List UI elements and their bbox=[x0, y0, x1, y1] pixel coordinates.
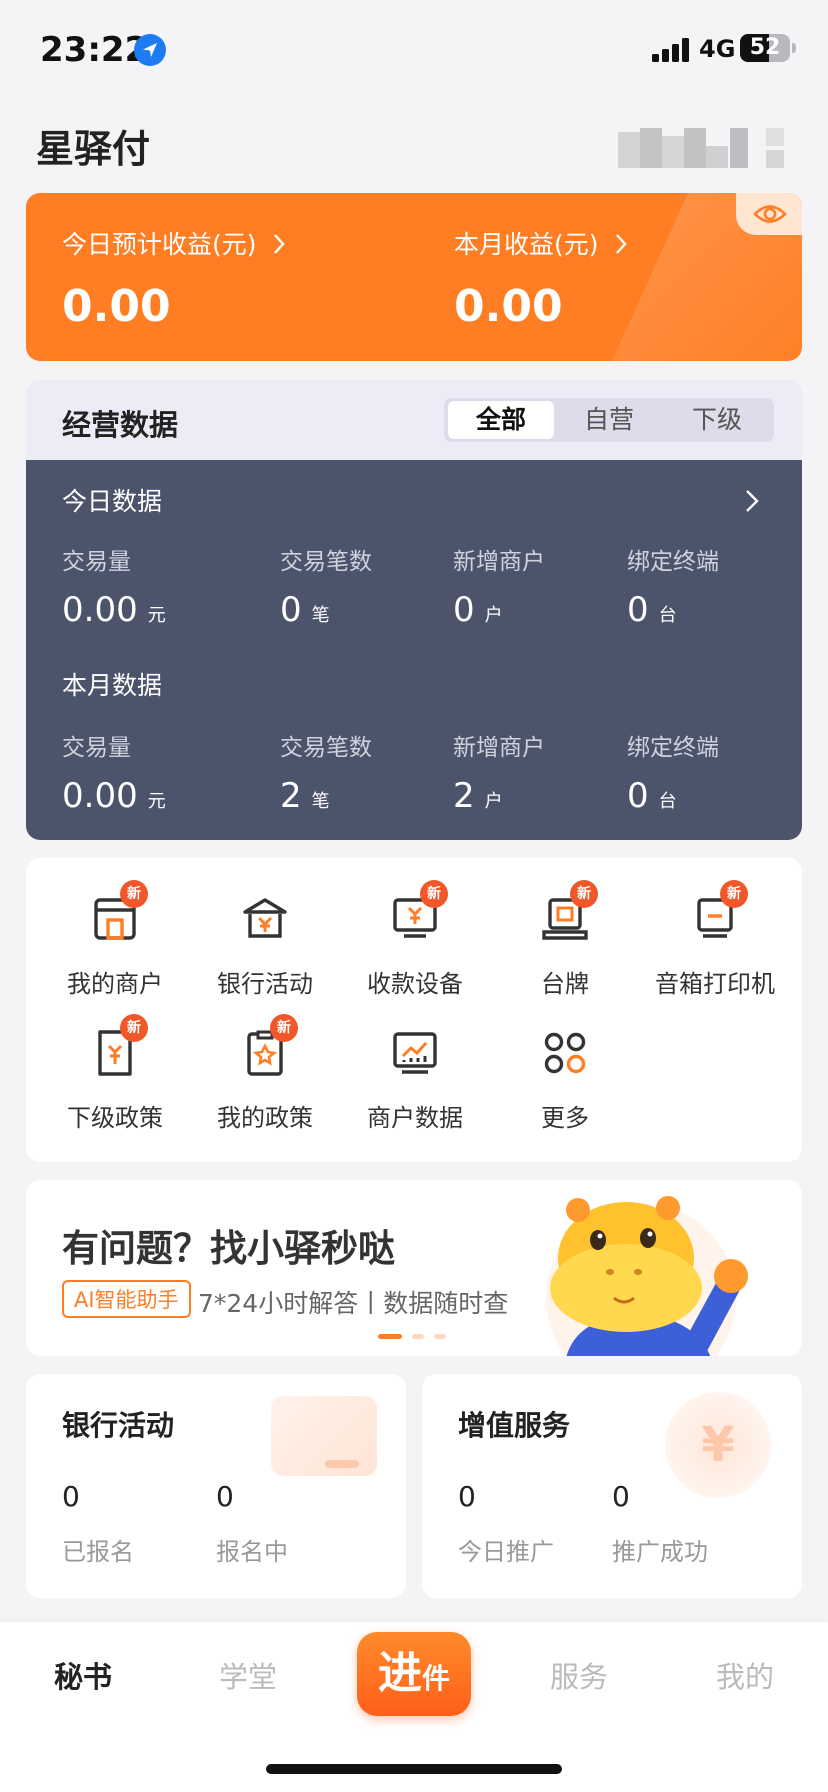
today-stat-terminals: 绑定终端 0台 bbox=[627, 549, 719, 630]
tab-subordinate[interactable]: 下级 bbox=[664, 401, 770, 439]
location-arrow-icon bbox=[134, 34, 166, 66]
value-added-service-title: 增值服务 bbox=[458, 1409, 571, 1442]
merchant-data-icon bbox=[393, 1032, 437, 1074]
bank-activity-title: 银行活动 bbox=[62, 1409, 175, 1442]
bank-icon bbox=[243, 898, 287, 938]
business-data-title: 经营数据 bbox=[62, 408, 179, 442]
page-title: 星驿付 bbox=[36, 127, 151, 171]
new-badge: 新 bbox=[120, 880, 148, 908]
new-badge: 新 bbox=[720, 880, 748, 908]
month-earnings-label[interactable]: 本月收益(元) bbox=[454, 225, 628, 261]
menu-item-bank-activity[interactable]: 银行活动 bbox=[190, 894, 340, 1004]
registering-count: 0 bbox=[216, 1480, 234, 1513]
menu-item-merchant-data[interactable]: 商户数据 bbox=[340, 1028, 490, 1138]
menu-item-my-merchants[interactable]: 新 我的商户 bbox=[40, 880, 190, 1004]
business-scope-tabs: 全部 自营 下级 bbox=[444, 398, 774, 442]
hippo-mascot-illustration bbox=[546, 1196, 748, 1356]
today-stat-volume: 交易量 0.00 元 bbox=[62, 549, 166, 630]
menu-item-pos-devices[interactable]: 新 收款设备 bbox=[340, 880, 490, 1004]
home-indicator bbox=[266, 1764, 562, 1774]
tab-self[interactable]: 自营 bbox=[556, 401, 662, 439]
tab-mine[interactable]: 我的 bbox=[680, 1654, 810, 1696]
status-bar: 23:22 4G 52 bbox=[0, 0, 828, 100]
today-promotion-label: 今日推广 bbox=[458, 1538, 554, 1566]
ai-assistant-tag: AI智能助手 bbox=[62, 1280, 191, 1318]
new-badge: 新 bbox=[570, 880, 598, 908]
menu-item-more[interactable]: 更多 bbox=[490, 1028, 640, 1138]
month-data-title: 本月数据 bbox=[62, 671, 163, 700]
promotion-success-label: 推广成功 bbox=[612, 1538, 708, 1566]
new-badge: 新 bbox=[420, 880, 448, 908]
status-time: 23:22 bbox=[40, 30, 149, 70]
menu-item-table-sign[interactable]: 新 台牌 bbox=[490, 880, 640, 1004]
battery-level: 52 bbox=[749, 35, 781, 60]
month-stat-volume: 交易量 0.00 元 bbox=[62, 735, 166, 816]
today-earnings-value: 0.00 bbox=[62, 281, 171, 332]
today-stat-count: 交易笔数 0笔 bbox=[280, 549, 372, 630]
tab-all[interactable]: 全部 bbox=[448, 401, 554, 439]
business-data-panel: 今日数据 交易量 0.00 元 交易笔数 0笔 新增商户 0户 绑定终端 0台 本… bbox=[26, 460, 802, 840]
chevron-right-icon bbox=[616, 234, 628, 254]
more-icon bbox=[544, 1032, 586, 1074]
registered-count: 0 bbox=[62, 1480, 80, 1513]
menu-item-speaker-printer[interactable]: 新 音箱打印机 bbox=[640, 880, 790, 1004]
menu-item-sub-policy[interactable]: 新 下级政策 bbox=[40, 1014, 190, 1138]
onboarding-center-button[interactable]: 进件 bbox=[357, 1632, 471, 1716]
tab-secretary[interactable]: 秘书 bbox=[18, 1654, 148, 1696]
ai-assistant-banner[interactable]: 有问题？找小驿秒哒 AI智能助手 7*24小时解答丨数据随时查 bbox=[26, 1180, 802, 1356]
eye-icon bbox=[753, 205, 787, 223]
banner-title: 有问题？找小驿秒哒 bbox=[62, 1227, 395, 1270]
battery-tip bbox=[792, 43, 796, 53]
blurred-account-name bbox=[618, 128, 788, 172]
toggle-visibility-button[interactable] bbox=[736, 193, 802, 235]
business-data-header: 经营数据 全部 自营 下级 bbox=[26, 380, 802, 460]
bank-activity-card[interactable]: 银行活动 0 已报名 0 报名中 bbox=[26, 1374, 406, 1598]
month-earnings-value: 0.00 bbox=[454, 281, 563, 332]
yuan-coin-icon: ¥ bbox=[665, 1392, 771, 1498]
registered-label: 已报名 bbox=[62, 1538, 134, 1566]
month-stat-new-merchants: 新增商户 2户 bbox=[453, 735, 545, 816]
network-type: 4G bbox=[699, 35, 736, 63]
today-earnings-label[interactable]: 今日预计收益(元) bbox=[62, 225, 286, 261]
cellular-signal-icon bbox=[652, 38, 692, 62]
function-menu: 新 我的商户 银行活动 新 收款设备 新 台牌 新 音箱打印机 新 下级政策 新… bbox=[26, 858, 802, 1162]
today-promotion-count: 0 bbox=[458, 1480, 476, 1513]
promotion-success-count: 0 bbox=[612, 1480, 630, 1513]
earnings-card: 今日预计收益(元) 0.00 本月收益(元) 0.00 bbox=[26, 193, 802, 361]
menu-item-my-policy[interactable]: 新 我的政策 bbox=[190, 1014, 340, 1138]
value-added-service-card[interactable]: ¥ 增值服务 0 今日推广 0 推广成功 bbox=[422, 1374, 802, 1598]
new-badge: 新 bbox=[270, 1014, 298, 1042]
tab-academy[interactable]: 学堂 bbox=[183, 1654, 313, 1696]
tab-service[interactable]: 服务 bbox=[514, 1654, 644, 1696]
month-stat-terminals: 绑定终端 0台 bbox=[627, 735, 719, 816]
month-stat-count: 交易笔数 2笔 bbox=[280, 735, 372, 816]
new-badge: 新 bbox=[120, 1014, 148, 1042]
chevron-right-icon bbox=[274, 234, 286, 254]
today-data-title[interactable]: 今日数据 bbox=[62, 482, 162, 518]
card-decoration bbox=[271, 1396, 377, 1476]
chevron-right-icon[interactable] bbox=[744, 488, 760, 514]
registering-label: 报名中 bbox=[216, 1538, 288, 1566]
banner-subtitle: 7*24小时解答丨数据随时查 bbox=[198, 1289, 509, 1318]
battery-icon: 52 bbox=[740, 34, 790, 62]
today-stat-new-merchants: 新增商户 0户 bbox=[453, 549, 545, 630]
